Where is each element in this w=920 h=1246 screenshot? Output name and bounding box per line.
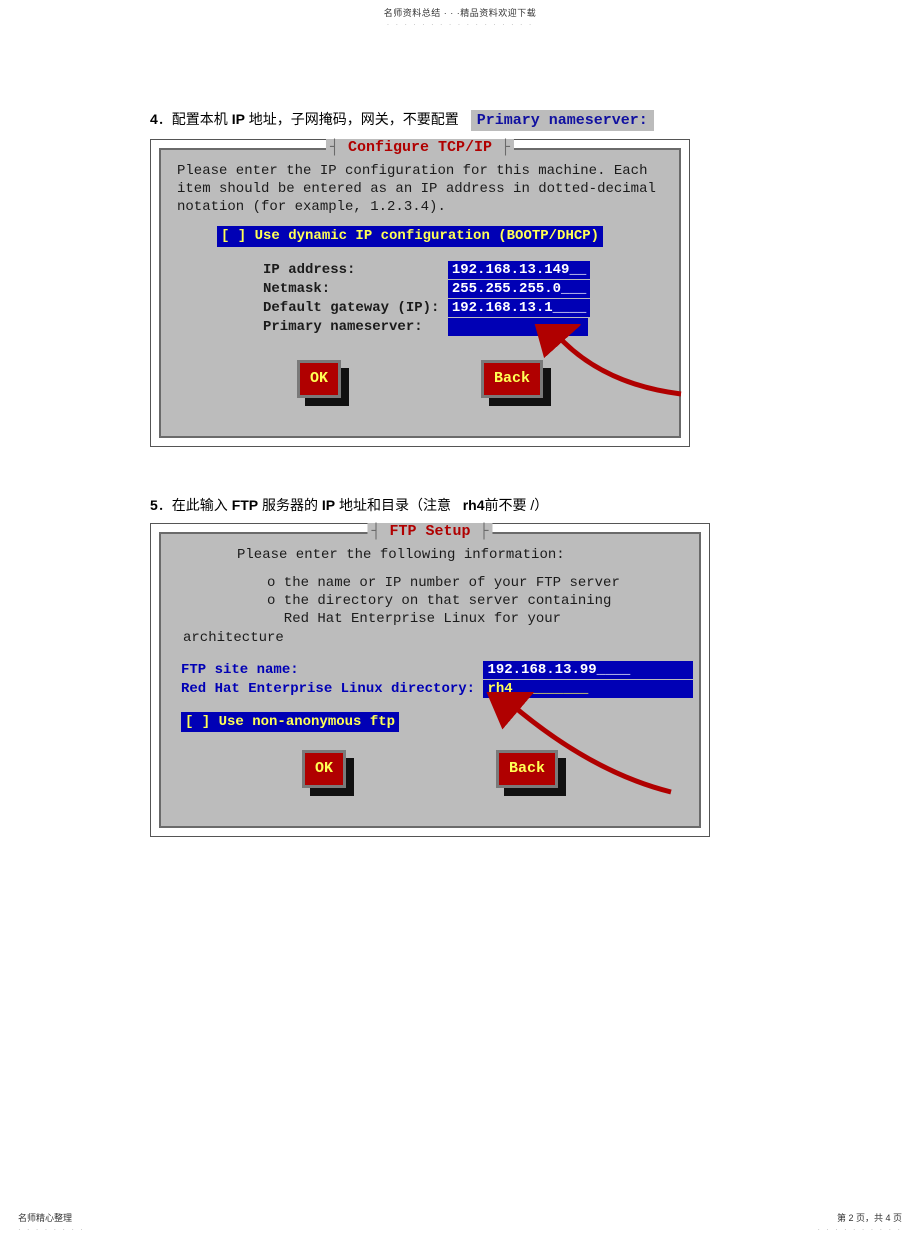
ftp-dialog: ┤ FTP Setup ├ Please enter the following… [150,523,710,837]
tcpip-intro: Please enter the IP configuration for th… [177,162,663,217]
doc-footer-left: 名师精心整理 · · · · · · · · [18,1211,85,1234]
tcpip-row-gw: Default gateway (IP): 192.168.13.1____ [263,299,663,317]
ftp-form: FTP site name: 192.168.13.99____ Red Hat… [177,661,683,698]
step5-text-pre: 在此输入 [172,497,232,513]
pipe-left-icon: ┤ [330,139,348,156]
back-button-wrap: Back [481,360,543,398]
tcpip-dialog: ┤ Configure TCP/IP ├ Please enter the IP… [150,139,690,447]
step4-ip-bold: IP [232,111,245,127]
tcpip-input-ns[interactable] [448,318,588,336]
step5-rh4-bold: rh4 [463,497,485,513]
ftp-input-site[interactable]: 192.168.13.99____ [483,661,693,679]
step5-ftp-bold: FTP [232,497,258,513]
step5-text-mid: 服务器的 [258,497,322,513]
pipe-right-icon: ├ [492,139,510,156]
back-button[interactable]: Back [481,360,543,398]
ftp-row-site: FTP site name: 192.168.13.99____ [181,661,683,679]
tcpip-label-ns: Primary nameserver: [263,318,439,336]
ftp-title: ┤ FTP Setup ├ [367,523,492,540]
ftp-body: Please enter the following information: … [161,534,699,796]
ftp-bullet2: o the directory on that server containin… [267,592,683,610]
doc-content: 4．配置本机 IP 地址，子网掩码，网关，不要配置 Primary namese… [0,29,920,837]
step4-heading: 4．配置本机 IP 地址，子网掩码，网关，不要配置 Primary namese… [150,109,770,131]
ftp-label-site: FTP site name: [181,661,483,679]
doc-top-header: 名师资料总结 · · ·精品资料欢迎下载 · · · · · · · · · ·… [0,0,920,29]
tcpip-btn-row: OK Back [177,360,663,398]
ftp-bullets: o the name or IP number of your FTP serv… [177,574,683,629]
doc-footer: 名师精心整理 · · · · · · · · 第 2 页，共 4 页 · · ·… [0,1211,920,1234]
footer-left-dots: · · · · · · · · [18,1225,85,1234]
tcpip-row-netmask: Netmask: 255.255.255.0___ [263,280,663,298]
tcpip-body: Please enter the IP configuration for th… [161,150,679,406]
tcpip-row-ip: IP address: 192.168.13.149__ [263,261,663,279]
step4-text-pre: 配置本机 [172,111,232,127]
step5-num: 5 [150,497,158,513]
ftp-arch: architecture [177,629,683,647]
ftp-bullet3: Red Hat Enterprise Linux for your [267,610,683,628]
pipe-left-icon: ┤ [371,523,389,540]
ftp-bullet1: o the name or IP number of your FTP serv… [267,574,683,592]
ftp-inner: ┤ FTP Setup ├ Please enter the following… [159,532,701,828]
doc-top-header-text: 名师资料总结 · · ·精品资料欢迎下载 [384,8,537,18]
back-button-wrap: Back [496,750,558,788]
ok-button-wrap: OK [297,360,341,398]
step5-text-post1: 地址和目录（注意 [335,497,451,513]
doc-top-header-dots: · · · · · · · · · · · · · · · · · [387,20,534,29]
step4-sep: ． [158,111,172,127]
tcpip-input-gw[interactable]: 192.168.13.1____ [448,299,590,317]
anon-ftp-checkbox[interactable]: [ ] Use non-anonymous ftp [181,712,399,732]
step5-sep: ． [158,497,172,513]
ftp-input-dir[interactable]: rh4_________ [483,680,693,698]
step5-text-post2: 前不要 /） [485,497,549,513]
pipe-right-icon: ├ [471,523,489,540]
footer-right-text: 第 2 页，共 4 页 [837,1213,902,1223]
tcpip-row-ns: Primary nameserver: [263,318,663,336]
step4-badge: Primary nameserver: [471,110,654,131]
ftp-row-dir: Red Hat Enterprise Linux directory: rh4_… [181,680,683,698]
footer-right-dots: · · · · · · · · · · [817,1225,902,1234]
ok-button[interactable]: OK [302,750,346,788]
doc-footer-right: 第 2 页，共 4 页 · · · · · · · · · · [817,1211,902,1234]
tcpip-title: ┤ Configure TCP/IP ├ [326,139,514,156]
tcpip-title-text: Configure TCP/IP [348,139,492,156]
step5-heading: 5．在此输入 FTP 服务器的 IP 地址和目录（注意 rh4前不要 /） [150,495,770,515]
step5-ip-bold: IP [322,497,335,513]
ok-button[interactable]: OK [297,360,341,398]
footer-left-text: 名师精心整理 [18,1213,72,1223]
back-button[interactable]: Back [496,750,558,788]
tcpip-input-ip[interactable]: 192.168.13.149__ [448,261,590,279]
ftp-title-text: FTP Setup [389,523,470,540]
tcpip-label-gw: Default gateway (IP): [263,299,439,317]
step4-num: 4 [150,111,158,127]
tcpip-label-ip: IP address: [263,261,439,279]
tcpip-label-netmask: Netmask: [263,280,439,298]
tcpip-inner: ┤ Configure TCP/IP ├ Please enter the IP… [159,148,681,438]
tcpip-input-netmask[interactable]: 255.255.255.0___ [448,280,590,298]
step4-text-post: 地址，子网掩码，网关，不要配置 [245,111,459,127]
ok-button-wrap: OK [302,750,346,788]
tcpip-form: IP address: 192.168.13.149__ Netmask: 25… [177,261,663,337]
dhcp-checkbox[interactable]: [ ] Use dynamic IP configuration (BOOTP/… [217,226,603,246]
ftp-btn-row: OK Back [177,750,683,788]
ftp-label-dir: Red Hat Enterprise Linux directory: [181,680,483,698]
ftp-intro: Please enter the following information: [177,546,683,564]
